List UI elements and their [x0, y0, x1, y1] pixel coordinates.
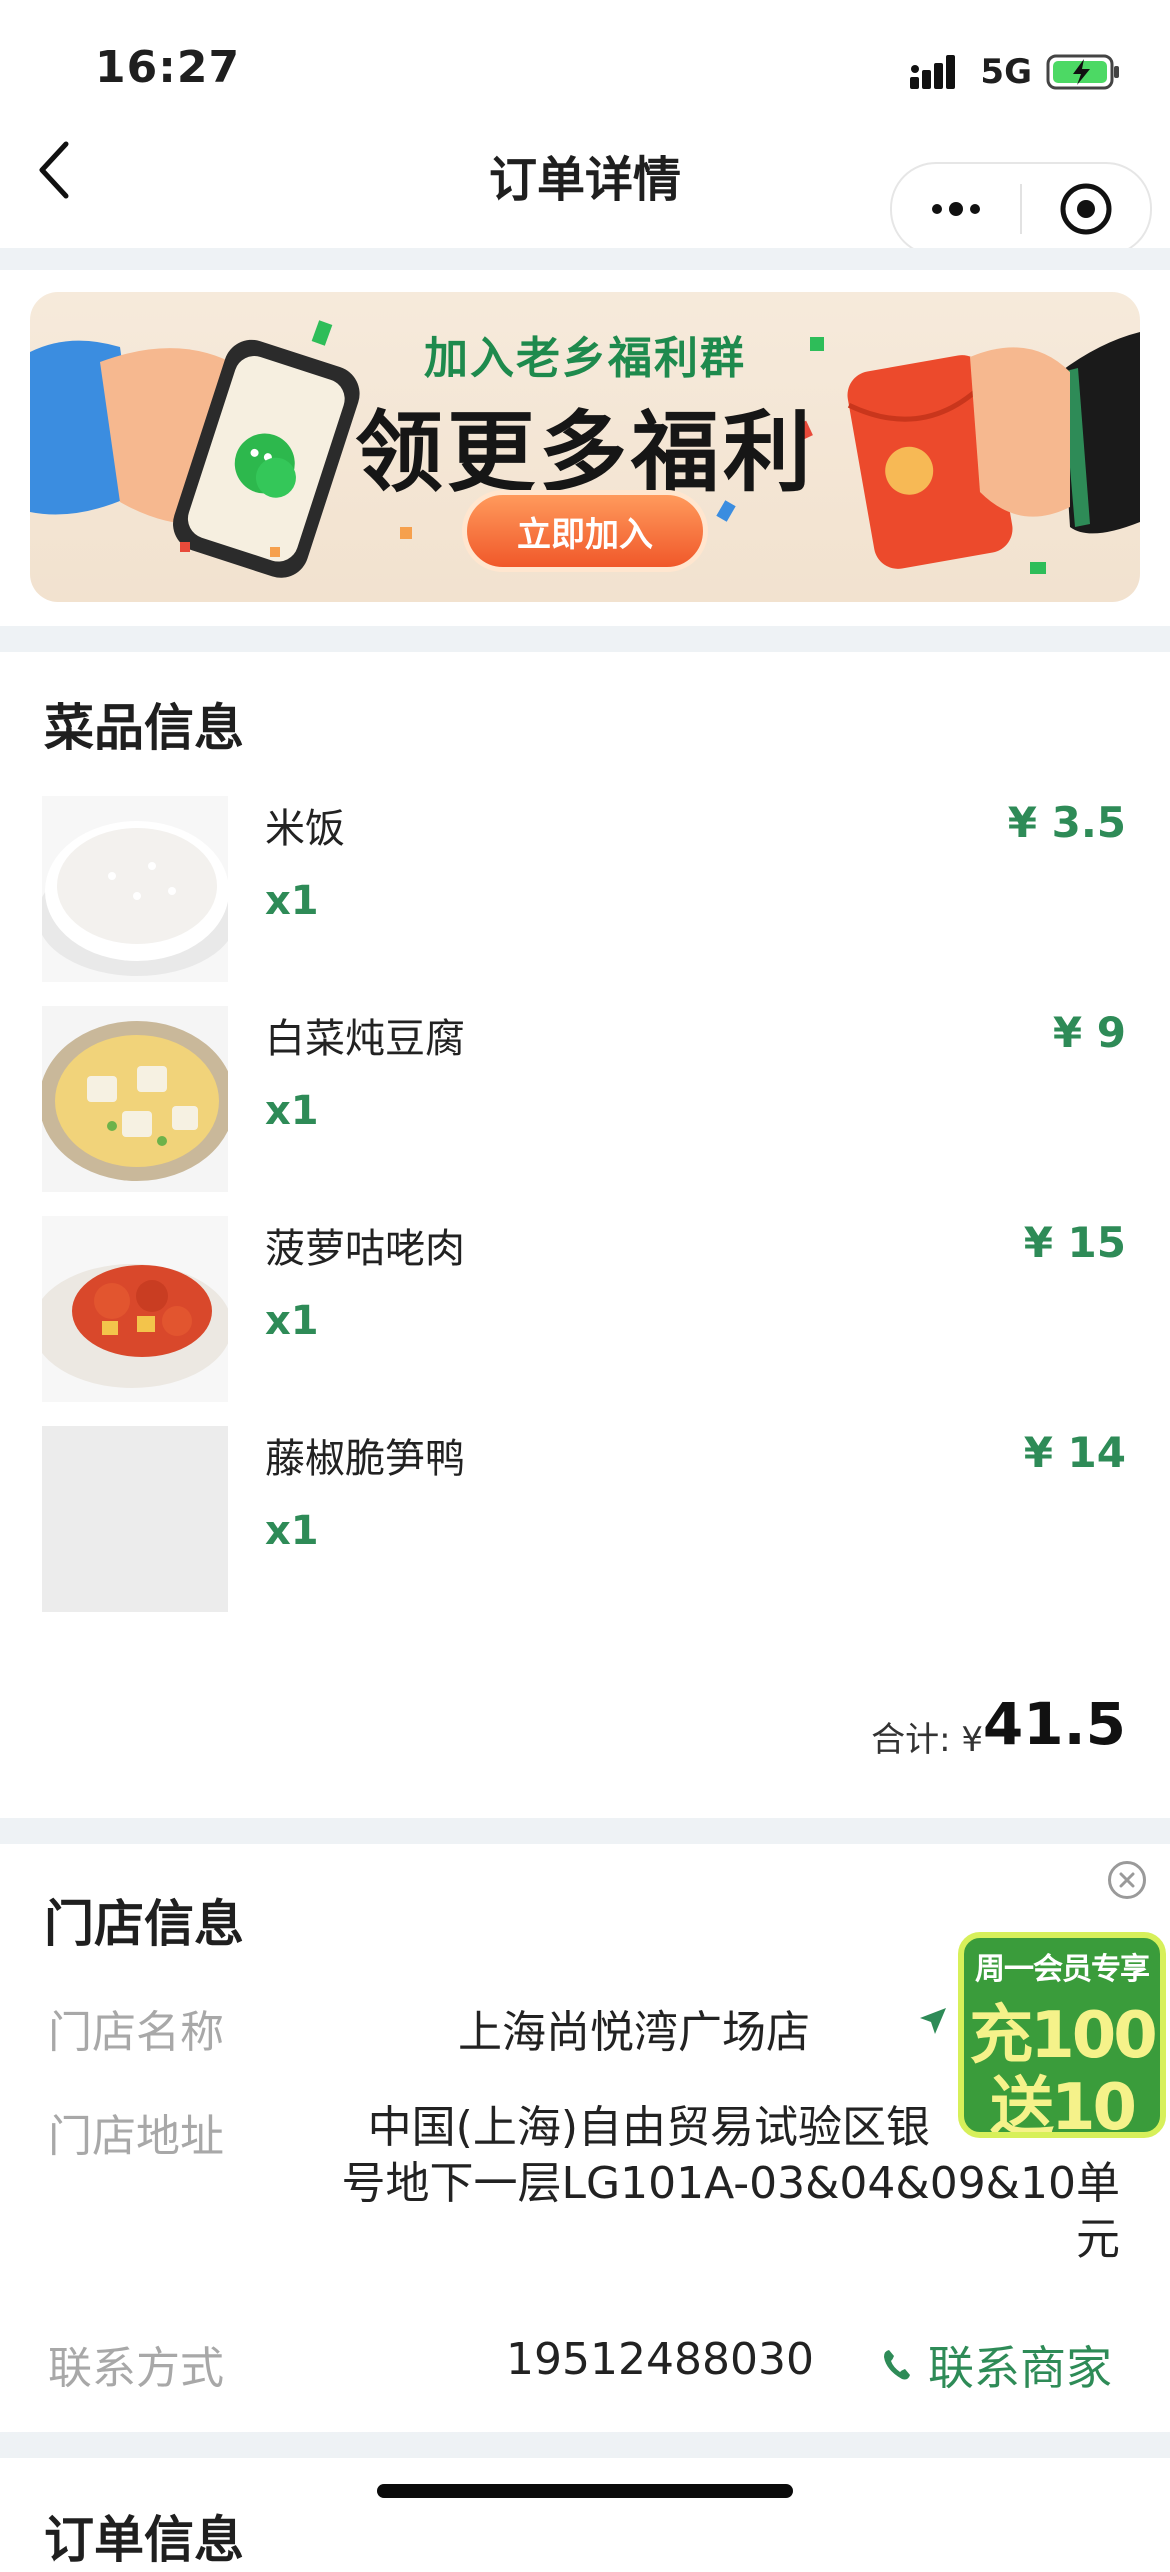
- dish-name: 米饭: [265, 806, 345, 852]
- close-miniprogram-button[interactable]: [1022, 164, 1150, 254]
- total-amount: 41.5: [982, 1690, 1126, 1758]
- section-separator: [0, 2432, 1170, 2458]
- banner-subtitle: 加入老乡福利群: [424, 333, 746, 384]
- battery-charging-icon: [1046, 54, 1119, 90]
- dish-price: ¥ 3.5: [1007, 798, 1126, 847]
- more-button[interactable]: [892, 164, 1020, 254]
- more-dots-icon: [932, 202, 980, 216]
- dish-price: ¥ 14: [1023, 1428, 1126, 1477]
- member-promo-badge[interactable]: 周一会员专享 充100 送10: [958, 1932, 1166, 2138]
- signal-icon: [910, 55, 956, 89]
- section-separator: [0, 1818, 1170, 1844]
- target-close-icon: [1060, 183, 1112, 235]
- dish-name: 藤椒脆笋鸭: [265, 1436, 465, 1482]
- promo-line2: 送10: [989, 2071, 1137, 2138]
- dish-quantity: x1: [265, 1298, 319, 1344]
- dish-quantity: x1: [265, 1088, 319, 1134]
- contact-merchant-label: 联系商家: [928, 2341, 1112, 2395]
- dish-quantity: x1: [265, 1508, 319, 1554]
- navigate-arrow-icon[interactable]: [916, 2004, 950, 2038]
- promo-top-text: 周一会员专享: [975, 1952, 1150, 1987]
- address-line: 元: [1076, 2214, 1120, 2265]
- close-icon: [1119, 1872, 1135, 1888]
- dish-quantity: x1: [265, 878, 319, 924]
- welfare-banner[interactable]: 加入老乡福利群 领更多福利 立即加入: [30, 292, 1140, 602]
- contact-phone: 19512488030: [506, 2334, 814, 2385]
- address-line: 号地下一层LG101A-03&04&09&10单: [341, 2158, 1121, 2209]
- tofu-cabbage-image: [42, 1006, 228, 1192]
- section-separator: [0, 626, 1170, 652]
- contact-merchant-button[interactable]: 联系商家: [882, 2332, 1112, 2398]
- dish-image-pork: [42, 1216, 228, 1402]
- dish-price: ¥ 15: [1023, 1218, 1126, 1267]
- miniprogram-capsule: [890, 162, 1152, 256]
- dish-image-rice: [42, 796, 228, 982]
- store-section-title: 门店信息: [44, 1895, 244, 1953]
- dish-image-placeholder: [42, 1426, 228, 1612]
- status-time: 16:27: [95, 42, 241, 93]
- contact-label: 联系方式: [48, 2343, 224, 2394]
- join-now-button[interactable]: 立即加入: [462, 490, 708, 572]
- close-promo-button[interactable]: [1108, 1861, 1146, 1899]
- dish-name: 白菜炖豆腐: [265, 1016, 465, 1062]
- total-label: 合计: ¥: [871, 1720, 983, 1760]
- section-separator: [0, 248, 1170, 270]
- store-address-label: 门店地址: [48, 2111, 224, 2162]
- home-indicator[interactable]: [377, 2484, 793, 2498]
- store-name-value: 上海尚悦湾广场店: [458, 2007, 810, 2058]
- rice-bowl-image: [42, 796, 228, 982]
- dish-price: ¥ 9: [1052, 1008, 1126, 1057]
- dishes-section-title: 菜品信息: [44, 699, 244, 757]
- store-name-label: 门店名称: [48, 2007, 224, 2058]
- network-label: 5G: [980, 52, 1032, 92]
- status-indicators: 5G: [910, 50, 1122, 94]
- dish-name: 菠萝咕咾肉: [265, 1226, 465, 1272]
- order-section-title: 订单信息: [44, 2511, 244, 2569]
- phone-icon: [884, 2350, 910, 2380]
- sweet-sour-pork-image: [42, 1216, 228, 1402]
- dish-image-tofu: [42, 1006, 228, 1192]
